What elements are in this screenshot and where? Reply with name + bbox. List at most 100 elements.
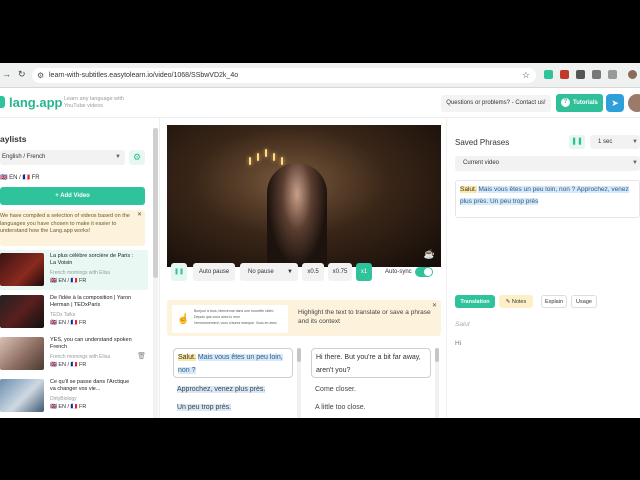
selected-word[interactable]: Salut. <box>178 354 196 361</box>
speed-05-button[interactable]: x0.5 <box>302 263 324 281</box>
question-circle-icon: ? <box>561 98 570 107</box>
subtitle-scrollbar[interactable] <box>297 348 301 418</box>
reload-icon[interactable]: ↻ <box>18 69 26 80</box>
video-player[interactable]: ☕ <box>167 125 441 267</box>
extension-icon[interactable] <box>576 70 585 79</box>
speed-1-button[interactable]: x1 <box>356 263 372 281</box>
saved-phrases-title: Saved Phrases <box>455 138 510 147</box>
video-filter-value: Current video <box>463 160 500 166</box>
app-root: lang.app Learn any language with YouTube… <box>0 88 640 418</box>
contact-button[interactable]: Questions or problems? - Contact us! <box>441 95 551 112</box>
player-controls: ❚❚ Auto pause No pause ▼ x0.5 x0.75 x1 A… <box>167 263 441 283</box>
seconds-select-value: 1 sec <box>598 139 613 145</box>
video-flags: 🇬🇧 EN / 🇫🇷 FR <box>50 278 87 284</box>
hint-text: Highlight the text to translate or save … <box>298 309 431 325</box>
site-info-icon[interactable]: ⚙ <box>37 71 44 80</box>
sidebar-icon[interactable] <box>608 70 617 79</box>
subtitle-line[interactable]: Come closer. <box>315 386 356 393</box>
tab-usage[interactable]: Usage <box>571 295 597 308</box>
info-notice: We have compiled a selection of videos b… <box>0 210 145 246</box>
video-list-item[interactable]: Ce qu'il se passe dans l'Arctique va cha… <box>0 376 148 416</box>
video-thumbnail <box>0 253 44 286</box>
scrollbar-thumb[interactable] <box>435 348 439 362</box>
video-list-item[interactable]: YES, you can understand spoken French Fr… <box>0 334 148 374</box>
tab-explain[interactable]: Explain <box>541 295 567 308</box>
url-text: learn-with-subtitles.easytolearn.io/vide… <box>49 72 239 79</box>
language-select-value: English / French <box>2 154 46 160</box>
video-channel: TEDx Talks <box>50 312 76 318</box>
subtitles-french: Salut. Mais vous êtes un peu loin, non ?… <box>167 348 307 418</box>
subtitle-line[interactable]: Approchez, venez plus près. <box>177 386 266 393</box>
tutorials-label: Tutorials <box>573 100 598 106</box>
subtitle-scrollbar[interactable] <box>435 348 439 418</box>
logo[interactable]: lang.app <box>9 95 62 110</box>
bookmark-star-icon[interactable]: ☆ <box>522 70 530 81</box>
tutorials-button[interactable]: ? Tutorials <box>556 94 603 112</box>
telegram-icon[interactable]: ➤ <box>606 94 624 112</box>
gear-icon[interactable]: ⚙ <box>129 150 145 165</box>
avatar[interactable] <box>628 94 640 112</box>
tab-translation[interactable]: Translation <box>455 295 495 308</box>
tagline: Learn any language with YouTube videos <box>64 96 124 109</box>
seconds-select[interactable]: 1 sec ▼ <box>590 135 640 149</box>
sidebar-title: aylists <box>0 134 27 144</box>
scrollbar-thumb[interactable] <box>153 128 158 278</box>
close-icon[interactable]: ✕ <box>432 302 437 309</box>
scrollbar-thumb[interactable] <box>297 348 301 362</box>
saved-phrase: Mais vous êtes un peu loin, non ? Approc… <box>460 186 629 205</box>
speed-075-button[interactable]: x0.75 <box>328 263 352 281</box>
candle-decoration <box>257 153 259 161</box>
toggle-knob <box>424 268 432 276</box>
pause-mode-select[interactable]: No pause ▼ <box>240 263 298 281</box>
tab-notes[interactable]: ✎ Notes <box>499 295 533 308</box>
notice-text: We have compiled a selection of videos b… <box>0 213 130 234</box>
profile-avatar[interactable] <box>628 70 637 79</box>
video-flags: 🇬🇧 EN / 🇫🇷 FR <box>50 404 87 410</box>
candle-decoration <box>273 153 275 161</box>
video-thumbnail <box>0 379 44 412</box>
candle-decoration <box>281 157 283 165</box>
auto-sync-toggle[interactable] <box>415 267 433 277</box>
add-video-button[interactable]: + Add Video <box>0 187 145 205</box>
logo-mark-icon <box>0 96 5 108</box>
extension-icon[interactable] <box>560 70 569 79</box>
saved-word: Salut. <box>460 186 477 193</box>
video-list-item[interactable]: La plus célèbre sorcière de Paris : La V… <box>0 250 148 290</box>
video-flags: 🇬🇧 EN / 🇫🇷 FR <box>50 320 87 326</box>
sidebar: aylists English / French ▼ ⚙ 🇬🇧 EN / 🇫🇷 … <box>0 118 160 418</box>
candle-decoration <box>265 149 267 157</box>
sidebar-scrollbar[interactable] <box>153 128 158 418</box>
video-channel: DirtyBiology <box>50 396 77 402</box>
language-select[interactable]: English / French ▼ <box>0 150 125 165</box>
pause-icon[interactable]: ❚❚ <box>569 135 585 149</box>
video-list-item[interactable]: De l'idée à la composition | Yaron Herma… <box>0 292 148 332</box>
app-header: lang.app Learn any language with YouTube… <box>0 88 640 118</box>
chevron-down-icon: ▼ <box>632 139 638 145</box>
video-channel: French mornings with Elisa <box>50 270 111 276</box>
auto-pause-button[interactable]: Auto pause <box>193 263 235 281</box>
video-filter-select[interactable]: Current video ▼ <box>455 156 640 171</box>
pause-button[interactable]: ❚❚ <box>171 263 187 281</box>
mug-icon: ☕ <box>423 249 435 259</box>
add-video-label: Add Video <box>60 193 90 199</box>
subtitles-english: Hi there. But you're a bit far away, are… <box>305 348 445 418</box>
extension-icon[interactable] <box>544 70 553 79</box>
puzzle-icon[interactable] <box>592 70 601 79</box>
hint-preview-line: l'environnement, vous n'aurez manqué. Vo… <box>194 321 277 325</box>
video-presenter <box>267 163 327 267</box>
active-subtitle[interactable]: Salut. Mais vous êtes un peu loin, non ? <box>173 348 293 378</box>
saved-phrase-card[interactable]: Salut. Mais vous êtes un peu loin, non ?… <box>455 180 640 218</box>
auto-sync-label: Auto-sync <box>385 269 412 275</box>
video-channel: French mornings with Elisa <box>50 354 111 360</box>
forward-arrow-icon[interactable]: → <box>2 69 11 79</box>
trash-icon[interactable]: 🗑 <box>137 352 146 360</box>
close-icon[interactable]: ✕ <box>137 212 142 220</box>
translation-result: Hi <box>455 340 462 347</box>
panel-divider <box>446 118 447 418</box>
hand-cursor-icon: ☝ <box>177 314 190 325</box>
subtitle-line[interactable]: Un peu trop près. <box>177 404 232 411</box>
video-thumbnail <box>0 337 44 370</box>
active-subtitle-translation[interactable]: Hi there. But you're a bit far away, are… <box>311 348 431 378</box>
address-bar[interactable]: ⚙ learn-with-subtitles.easytolearn.io/vi… <box>32 68 536 83</box>
subtitle-line[interactable]: A little too close. <box>315 404 366 411</box>
